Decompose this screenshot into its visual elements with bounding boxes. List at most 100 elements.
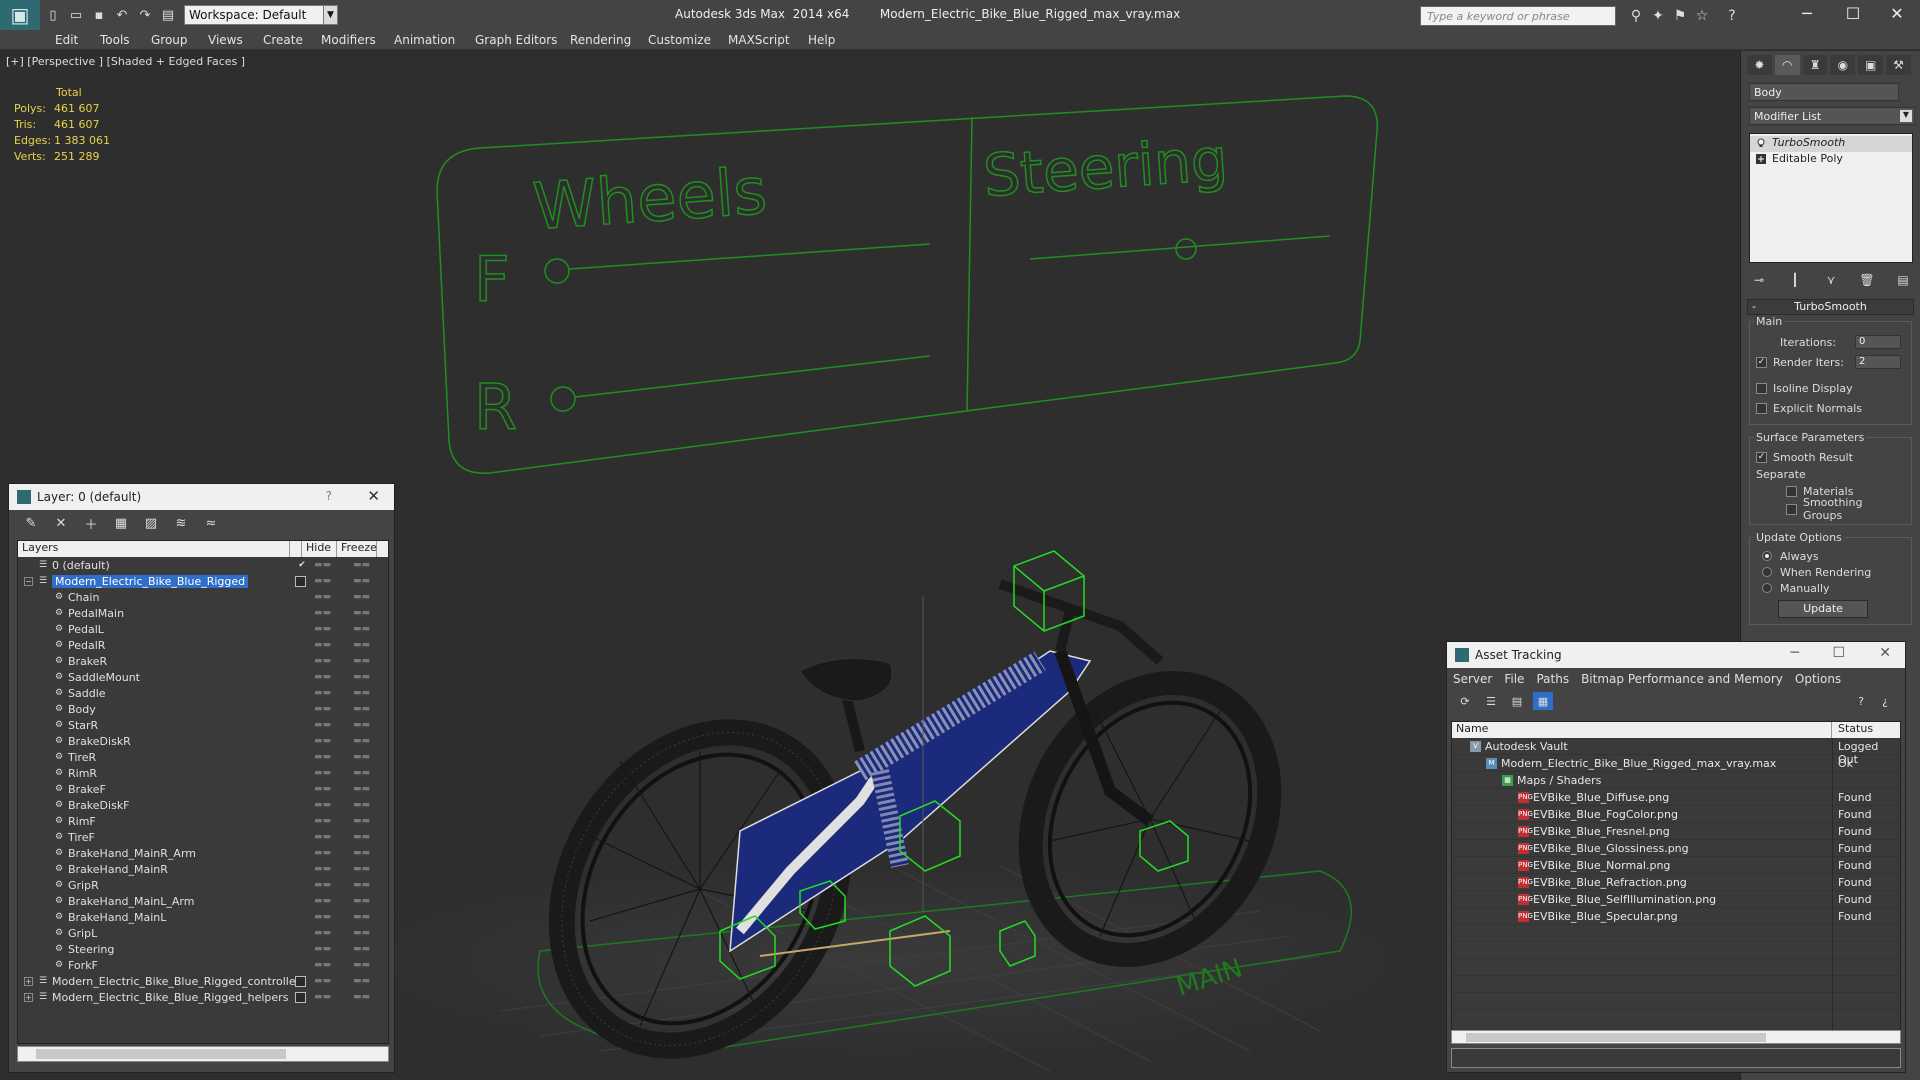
- layer-row[interactable]: ⚙ BrakeF ▬▬ ▬▬: [18, 781, 388, 797]
- save-file-icon[interactable]: ▪: [89, 5, 109, 25]
- freeze-toggle[interactable]: ▬▬: [353, 944, 370, 954]
- column-status[interactable]: Status: [1832, 722, 1873, 738]
- asset-menu-bitmap-performance[interactable]: Bitmap Performance and Memory: [1581, 672, 1783, 686]
- horizontal-scrollbar[interactable]: [1451, 1030, 1901, 1044]
- expand-plus-icon[interactable]: +: [24, 992, 33, 1002]
- hide-toggle[interactable]: ▬▬: [314, 688, 331, 698]
- menu-group[interactable]: Group: [151, 33, 188, 47]
- layer-row[interactable]: ⚙ PedalMain ▬▬ ▬▬: [18, 605, 388, 621]
- asset-menu-file[interactable]: File: [1504, 672, 1524, 686]
- layer-row[interactable]: + ☰ Modern_Electric_Bike_Blue_Rigged_helpe…: [18, 989, 388, 1005]
- isoline-checkbox[interactable]: [1756, 382, 1767, 394]
- open-file-icon[interactable]: ▭: [66, 5, 86, 25]
- hide-toggle[interactable]: ▬▬: [314, 576, 331, 586]
- materials-checkbox[interactable]: [1786, 485, 1797, 497]
- menu-customize[interactable]: Customize: [648, 33, 711, 47]
- freeze-toggle[interactable]: ▬▬: [353, 656, 370, 666]
- help-icon[interactable]: ?: [1851, 692, 1871, 710]
- chevron-down-icon[interactable]: ▼: [1900, 110, 1912, 122]
- context-help-icon[interactable]: ¿: [1875, 692, 1895, 710]
- menu-modifiers[interactable]: Modifiers: [321, 33, 376, 47]
- close-icon[interactable]: ✕: [1874, 0, 1920, 26]
- asset-menu-options[interactable]: Options: [1795, 672, 1841, 686]
- freeze-toggle[interactable]: ▬▬: [353, 576, 370, 586]
- hide-toggle[interactable]: ▬▬: [314, 656, 331, 666]
- utilities-tab-icon[interactable]: ⚒: [1886, 55, 1911, 75]
- layer-row[interactable]: ⚙ BrakeHand_MainR ▬▬ ▬▬: [18, 861, 388, 877]
- menu-edit[interactable]: Edit: [55, 33, 78, 47]
- layer-row[interactable]: ⚙ Steering ▬▬ ▬▬: [18, 941, 388, 957]
- set-current-layer-checkbox[interactable]: [295, 975, 306, 987]
- freeze-toggle[interactable]: ▬▬: [353, 960, 370, 970]
- scrollbar-thumb[interactable]: [36, 1049, 286, 1059]
- menu-graph-editors[interactable]: Graph Editors: [475, 33, 557, 47]
- hide-toggle[interactable]: ▬▬: [314, 800, 331, 810]
- freeze-toggle[interactable]: ▬▬: [353, 624, 370, 634]
- subscription-icon[interactable]: ✦: [1648, 6, 1668, 26]
- hide-toggle[interactable]: ▬▬: [314, 784, 331, 794]
- communication-icon[interactable]: ⚑: [1670, 6, 1690, 26]
- scrollbar-thumb[interactable]: [1466, 1033, 1766, 1042]
- close-icon[interactable]: ✕: [367, 487, 380, 505]
- smoothing-groups-checkbox[interactable]: [1786, 503, 1797, 515]
- hide-toggle[interactable]: ▬▬: [314, 720, 331, 730]
- hide-toggle[interactable]: ▬▬: [314, 832, 331, 842]
- menu-tools[interactable]: Tools: [100, 33, 130, 47]
- freeze-toggle[interactable]: ▬▬: [353, 752, 370, 762]
- horizontal-scrollbar[interactable]: [17, 1046, 389, 1062]
- freeze-toggle[interactable]: ▬▬: [353, 928, 370, 938]
- column-name[interactable]: Name: [1452, 722, 1832, 738]
- layer-row[interactable]: ⚙ Body ▬▬ ▬▬: [18, 701, 388, 717]
- chevron-down-icon[interactable]: ▼: [324, 5, 338, 25]
- minimize-icon[interactable]: ─: [1784, 0, 1830, 26]
- freeze-toggle[interactable]: ▬▬: [353, 912, 370, 922]
- pin-stack-icon[interactable]: ⊸: [1749, 271, 1769, 289]
- remove-modifier-icon[interactable]: 🗑: [1857, 271, 1877, 289]
- freeze-toggle[interactable]: ▬▬: [353, 560, 370, 570]
- render-iters-checkbox[interactable]: ✓: [1756, 356, 1767, 368]
- expand-plus-icon[interactable]: +: [24, 976, 33, 986]
- freeze-toggle[interactable]: ▬▬: [353, 592, 370, 602]
- app-menu-button[interactable]: ▣: [0, 0, 40, 30]
- freeze-toggle[interactable]: ▬▬: [353, 832, 370, 842]
- hide-toggle[interactable]: ▬▬: [314, 896, 331, 906]
- hierarchy-tab-icon[interactable]: ♜: [1802, 55, 1828, 75]
- layer-row[interactable]: ⚙ SaddleMount ▬▬ ▬▬: [18, 669, 388, 685]
- freeze-toggle[interactable]: ▬▬: [353, 640, 370, 650]
- close-icon[interactable]: ✕: [1879, 645, 1891, 661]
- help-icon[interactable]: ?: [326, 489, 332, 503]
- freeze-toggle[interactable]: ▬▬: [353, 704, 370, 714]
- menu-create[interactable]: Create: [263, 33, 303, 47]
- binoculars-icon[interactable]: ⚲: [1626, 6, 1646, 26]
- freeze-toggle[interactable]: ▬▬: [353, 848, 370, 858]
- freeze-toggle[interactable]: ▬▬: [353, 800, 370, 810]
- hide-toggle[interactable]: ▬▬: [314, 880, 331, 890]
- freeze-toggle[interactable]: ▬▬: [353, 672, 370, 682]
- layer-dialog-titlebar[interactable]: Layer: 0 (default) ? ✕: [9, 484, 394, 510]
- menu-help[interactable]: Help: [808, 33, 835, 47]
- configure-modifier-sets-icon[interactable]: ▤: [1893, 271, 1913, 289]
- display-tab-icon[interactable]: ▣: [1858, 55, 1884, 75]
- render-iters-spinner[interactable]: 2: [1855, 355, 1901, 369]
- motion-tab-icon[interactable]: ◉: [1830, 55, 1856, 75]
- freeze-toggle[interactable]: ▬▬: [353, 608, 370, 618]
- layer-row[interactable]: ⚙ ForkF ▬▬ ▬▬: [18, 957, 388, 973]
- search-input[interactable]: Type a keyword or phrase: [1420, 6, 1616, 26]
- freeze-toggle[interactable]: ▬▬: [353, 880, 370, 890]
- layer-row[interactable]: ⚙ GripR ▬▬ ▬▬: [18, 877, 388, 893]
- freeze-all-icon[interactable]: ≈: [199, 513, 223, 533]
- hide-toggle[interactable]: ▬▬: [314, 976, 331, 986]
- turbosmooth-rollout-header[interactable]: - TurboSmooth: [1747, 299, 1914, 315]
- layer-row[interactable]: ⚙ TireR ▬▬ ▬▬: [18, 749, 388, 765]
- table-view-icon[interactable]: ▦: [1533, 692, 1553, 710]
- hide-toggle[interactable]: ▬▬: [314, 608, 331, 618]
- hide-toggle[interactable]: ▬▬: [314, 560, 331, 570]
- select-objects-icon[interactable]: ▦: [109, 513, 133, 533]
- create-tab-icon[interactable]: ✹: [1747, 55, 1772, 75]
- hide-all-icon[interactable]: ≋: [169, 513, 193, 533]
- minimize-icon[interactable]: ─: [1791, 645, 1799, 661]
- object-name-field[interactable]: Body: [1749, 83, 1899, 101]
- highlight-layer-icon[interactable]: ▨: [139, 513, 163, 533]
- layer-row[interactable]: ⚙ BrakeDiskR ▬▬ ▬▬: [18, 733, 388, 749]
- add-to-layer-icon[interactable]: ＋: [79, 513, 103, 533]
